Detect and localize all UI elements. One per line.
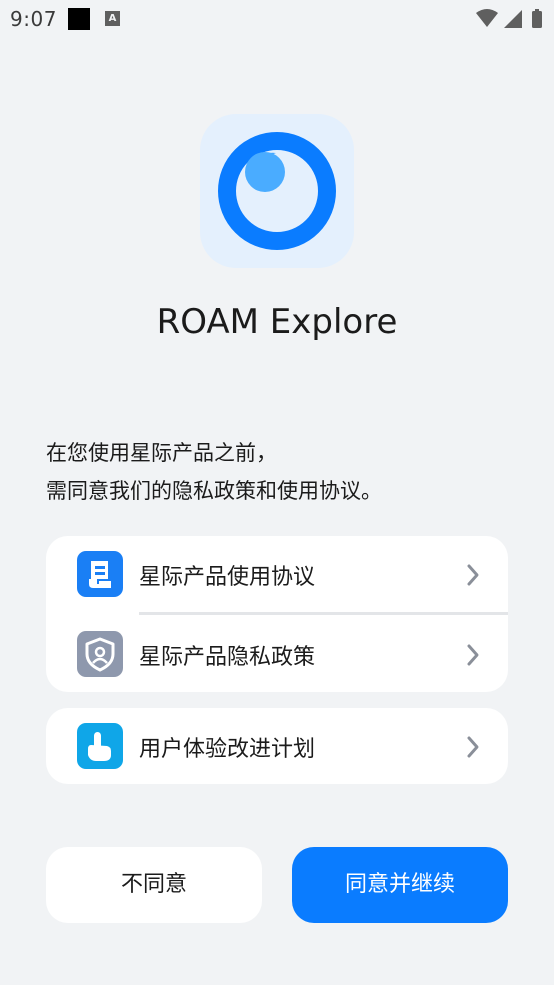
- status-bar: 9:07 A: [0, 0, 554, 38]
- wifi-icon: [476, 9, 498, 27]
- consent-line-2: 需同意我们的隐私政策和使用协议。: [46, 479, 382, 503]
- consent-line-1: 在您使用星际产品之前，: [46, 441, 277, 465]
- battery-icon: [532, 9, 542, 28]
- chevron-right-icon: [467, 564, 479, 586]
- privacy-shield-icon: [77, 631, 123, 677]
- privacy-policy-label: 星际产品隐私政策: [139, 645, 316, 670]
- experience-program-card: 用户体验改进计划: [46, 708, 508, 784]
- divider: [139, 612, 508, 615]
- app-name: ROAM Explore: [156, 302, 398, 342]
- status-icons: [476, 9, 542, 28]
- experience-program-label: 用户体验改进计划: [139, 737, 316, 762]
- agreement-doc-icon: [77, 551, 123, 597]
- status-time: 9:07: [10, 7, 57, 31]
- disagree-button[interactable]: 不同意: [46, 847, 262, 923]
- experience-program-row[interactable]: 用户体验改进计划: [46, 708, 508, 786]
- hand-pointer-icon: [77, 723, 123, 769]
- a-notification-icon: A: [105, 11, 120, 26]
- chevron-right-icon: [467, 644, 479, 666]
- black-square-icon: [68, 8, 90, 30]
- agree-continue-button[interactable]: 同意并继续: [292, 847, 508, 923]
- terms-of-use-row[interactable]: 星际产品使用协议: [46, 536, 508, 614]
- privacy-policy-row[interactable]: 星际产品隐私政策: [46, 616, 508, 694]
- app-logo-icon: [200, 114, 354, 268]
- chevron-right-icon: [467, 736, 479, 758]
- signal-icon: [504, 10, 522, 28]
- terms-of-use-label: 星际产品使用协议: [139, 565, 316, 590]
- consent-message: 在您使用星际产品之前， 需同意我们的隐私政策和使用协议。: [46, 434, 516, 510]
- policy-card: 星际产品使用协议 星际产品隐私政策: [46, 536, 508, 692]
